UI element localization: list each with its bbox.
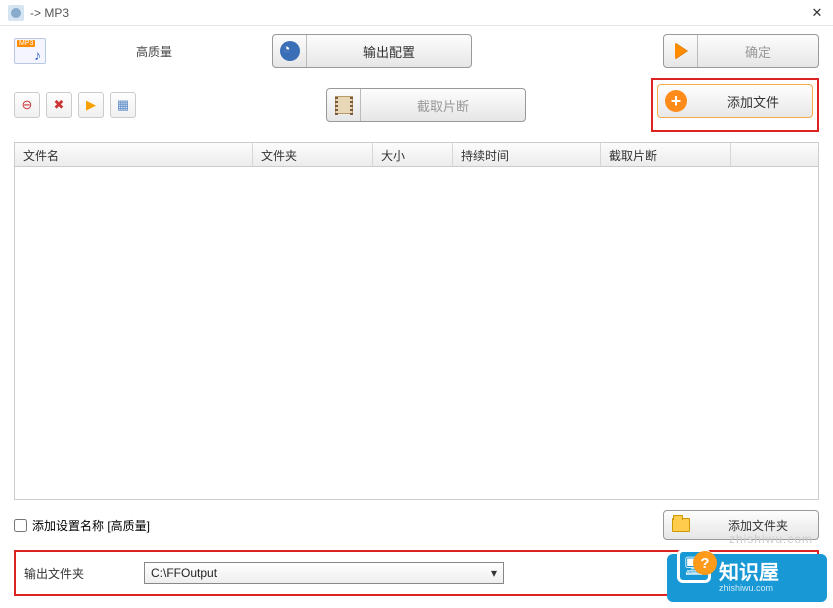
plus-icon: + <box>658 90 694 112</box>
options-icon[interactable]: ▦ <box>110 92 136 118</box>
ok-label: 确定 <box>698 42 818 61</box>
watermark-faint: zhishiwu.com <box>729 532 813 546</box>
col-trim[interactable]: 截取片断 <box>601 143 731 166</box>
play-icon[interactable]: ▶ <box>78 92 104 118</box>
question-badge-icon: ? <box>693 551 717 575</box>
small-icon-group: ⊖ ✖ ▶ ▦ <box>14 92 136 118</box>
mp3-format-icon[interactable] <box>14 38 46 64</box>
col-folder[interactable]: 文件夹 <box>253 143 373 166</box>
trim-label: 截取片断 <box>361 96 525 115</box>
output-config-label: 输出配置 <box>307 42 471 61</box>
folder-icon <box>664 518 698 532</box>
add-setting-name-row: 添加设置名称 [高质量] 添加文件夹 <box>14 510 819 540</box>
output-folder-label: 输出文件夹 <box>24 565 84 582</box>
add-folder-label: 添加文件夹 <box>698 517 818 534</box>
window-title: -> MP3 <box>30 6 809 20</box>
titlebar: -> MP3 ✕ <box>0 0 833 26</box>
toolbar-row-2: ⊖ ✖ ▶ ▦ 截取片断 + 添加文件 <box>0 74 833 142</box>
output-config-button[interactable]: 输出配置 <box>272 34 472 68</box>
clear-icon[interactable]: ✖ <box>46 92 72 118</box>
add-file-button[interactable]: + 添加文件 <box>657 84 813 118</box>
watermark-logo: 🖥 ? 知识屋 zhishiwu.com <box>667 554 827 602</box>
output-folder-value: C:\FFOutput <box>151 566 217 580</box>
quality-label: 高质量 <box>136 43 172 60</box>
delete-icon[interactable]: ⊖ <box>14 92 40 118</box>
film-icon <box>327 89 361 121</box>
watermark-sub: zhishiwu.com <box>719 583 779 593</box>
ok-button[interactable]: 确定 <box>663 34 819 68</box>
col-extra[interactable] <box>731 143 818 166</box>
file-table: 文件名 文件夹 大小 持续时间 截取片断 <box>14 142 819 500</box>
output-folder-combo[interactable]: C:\FFOutput <box>144 562 504 584</box>
close-icon[interactable]: ✕ <box>809 5 825 21</box>
add-file-highlight: + 添加文件 <box>651 78 819 132</box>
col-filename[interactable]: 文件名 <box>15 143 253 166</box>
watermark-text: 知识屋 <box>719 563 779 583</box>
add-file-label: 添加文件 <box>694 92 812 111</box>
add-setting-name-label: 添加设置名称 [高质量] <box>32 517 150 534</box>
table-header: 文件名 文件夹 大小 持续时间 截取片断 <box>15 143 818 167</box>
col-size[interactable]: 大小 <box>373 143 453 166</box>
app-icon <box>8 5 24 21</box>
col-duration[interactable]: 持续时间 <box>453 143 601 166</box>
gear-icon <box>273 35 307 67</box>
trim-button[interactable]: 截取片断 <box>326 88 526 122</box>
arrow-right-icon <box>664 35 698 67</box>
toolbar-row-1: 高质量 输出配置 确定 <box>0 26 833 74</box>
add-setting-name-checkbox[interactable] <box>14 519 27 532</box>
